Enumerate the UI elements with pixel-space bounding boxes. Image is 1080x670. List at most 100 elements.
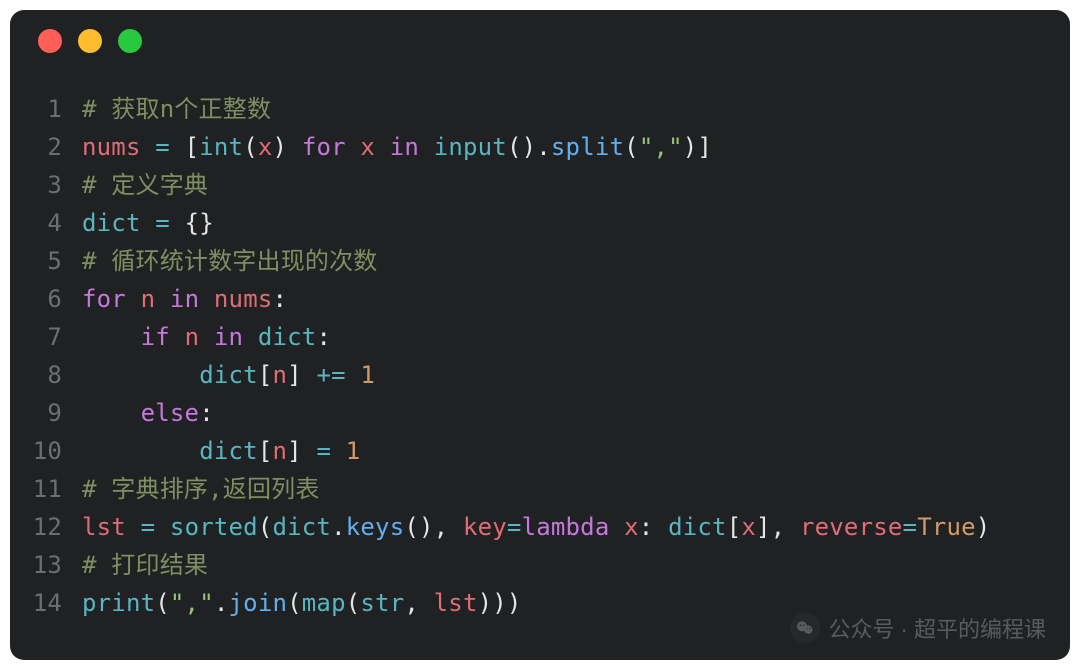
token: . xyxy=(214,589,229,617)
code-content: # 循环统计数字出现的次数 xyxy=(82,242,378,280)
token: ))) xyxy=(478,589,522,617)
line-number: 11 xyxy=(30,470,82,508)
token: if xyxy=(141,323,170,351)
token: += xyxy=(316,361,345,389)
token xyxy=(82,437,199,465)
token xyxy=(609,513,624,541)
token xyxy=(243,323,258,351)
code-line: 11# 字典排序,返回列表 xyxy=(30,470,1042,508)
code-window: 1# 获取n个正整数2nums = [int(x) for x in input… xyxy=(10,10,1070,660)
token: x xyxy=(360,133,375,161)
code-line: 1# 获取n个正整数 xyxy=(30,90,1042,128)
token: join xyxy=(229,589,288,617)
token: nums xyxy=(82,133,141,161)
token: n xyxy=(185,323,200,351)
code-line: 12lst = sorted(dict.keys(), key=lambda x… xyxy=(30,508,1042,546)
token: lambda xyxy=(522,513,610,541)
token: ( xyxy=(287,589,302,617)
token xyxy=(375,133,390,161)
code-line: 3# 定义字典 xyxy=(30,166,1042,204)
token: "," xyxy=(170,589,214,617)
line-number: 9 xyxy=(30,394,82,432)
minimize-icon[interactable] xyxy=(78,29,102,53)
token: n xyxy=(272,361,287,389)
token: 1 xyxy=(360,361,375,389)
code-content: # 打印结果 xyxy=(82,546,208,584)
token xyxy=(199,323,214,351)
token xyxy=(141,209,156,237)
code-content: dict[n] = 1 xyxy=(82,432,360,470)
token xyxy=(419,133,434,161)
token: dict xyxy=(199,437,258,465)
token: ( xyxy=(258,513,273,541)
line-number: 12 xyxy=(30,508,82,546)
token: ] xyxy=(287,437,316,465)
token: input xyxy=(434,133,507,161)
token: ) xyxy=(976,513,991,541)
token: # 循环统计数字出现的次数 xyxy=(82,247,378,275)
token: (). xyxy=(507,133,551,161)
wechat-icon xyxy=(790,613,820,643)
code-content: nums = [int(x) for x in input().split(",… xyxy=(82,128,712,166)
token xyxy=(82,323,141,351)
token xyxy=(126,513,141,541)
token xyxy=(82,399,141,427)
token: sorted xyxy=(170,513,258,541)
token: ( xyxy=(243,133,258,161)
close-icon[interactable] xyxy=(38,29,62,53)
token: # 获取n个正整数 xyxy=(82,95,271,123)
token: lst xyxy=(434,589,478,617)
line-number: 8 xyxy=(30,356,82,394)
token: )] xyxy=(683,133,712,161)
zoom-icon[interactable] xyxy=(118,29,142,53)
token: ] xyxy=(287,361,316,389)
code-content: # 定义字典 xyxy=(82,166,208,204)
code-content: dict[n] += 1 xyxy=(82,356,375,394)
line-number: 6 xyxy=(30,280,82,318)
token xyxy=(199,285,214,313)
watermark: 公众号 · 超平的编程课 xyxy=(790,612,1046,644)
wechat-icon-svg xyxy=(795,618,815,638)
line-number: 10 xyxy=(30,432,82,470)
line-number: 5 xyxy=(30,242,82,280)
token: dict xyxy=(199,361,258,389)
token: for xyxy=(302,133,346,161)
line-number: 14 xyxy=(30,584,82,622)
token: "," xyxy=(639,133,683,161)
code-content: print(",".join(map(str, lst))) xyxy=(82,584,522,622)
token xyxy=(331,437,346,465)
token: x xyxy=(258,133,273,161)
token: (), xyxy=(404,513,463,541)
token: = xyxy=(507,513,522,541)
token: ( xyxy=(624,133,639,161)
token: in xyxy=(390,133,419,161)
token: : xyxy=(639,513,668,541)
token: int xyxy=(199,133,243,161)
token: # 字典排序,返回列表 xyxy=(82,475,320,503)
token: str xyxy=(360,589,404,617)
code-line: 8 dict[n] += 1 xyxy=(30,356,1042,394)
token: ( xyxy=(155,589,170,617)
line-number: 1 xyxy=(30,90,82,128)
code-content: lst = sorted(dict.keys(), key=lambda x: … xyxy=(82,508,990,546)
token: lst xyxy=(82,513,126,541)
token: : xyxy=(316,323,331,351)
line-number: 3 xyxy=(30,166,82,204)
token: [ xyxy=(258,437,273,465)
token: ], xyxy=(756,513,800,541)
watermark-text: 公众号 · 超平的编程课 xyxy=(828,612,1046,644)
window-titlebar xyxy=(10,10,1070,72)
token xyxy=(346,361,361,389)
token: {} xyxy=(170,209,214,237)
token: n xyxy=(141,285,156,313)
line-number: 4 xyxy=(30,204,82,242)
token: n xyxy=(272,437,287,465)
token: in xyxy=(170,285,199,313)
token: : xyxy=(199,399,214,427)
line-number: 13 xyxy=(30,546,82,584)
code-content: for n in nums: xyxy=(82,280,287,318)
code-line: 6for n in nums: xyxy=(30,280,1042,318)
token: dict xyxy=(272,513,331,541)
code-content: if n in dict: xyxy=(82,318,331,356)
code-line: 7 if n in dict: xyxy=(30,318,1042,356)
